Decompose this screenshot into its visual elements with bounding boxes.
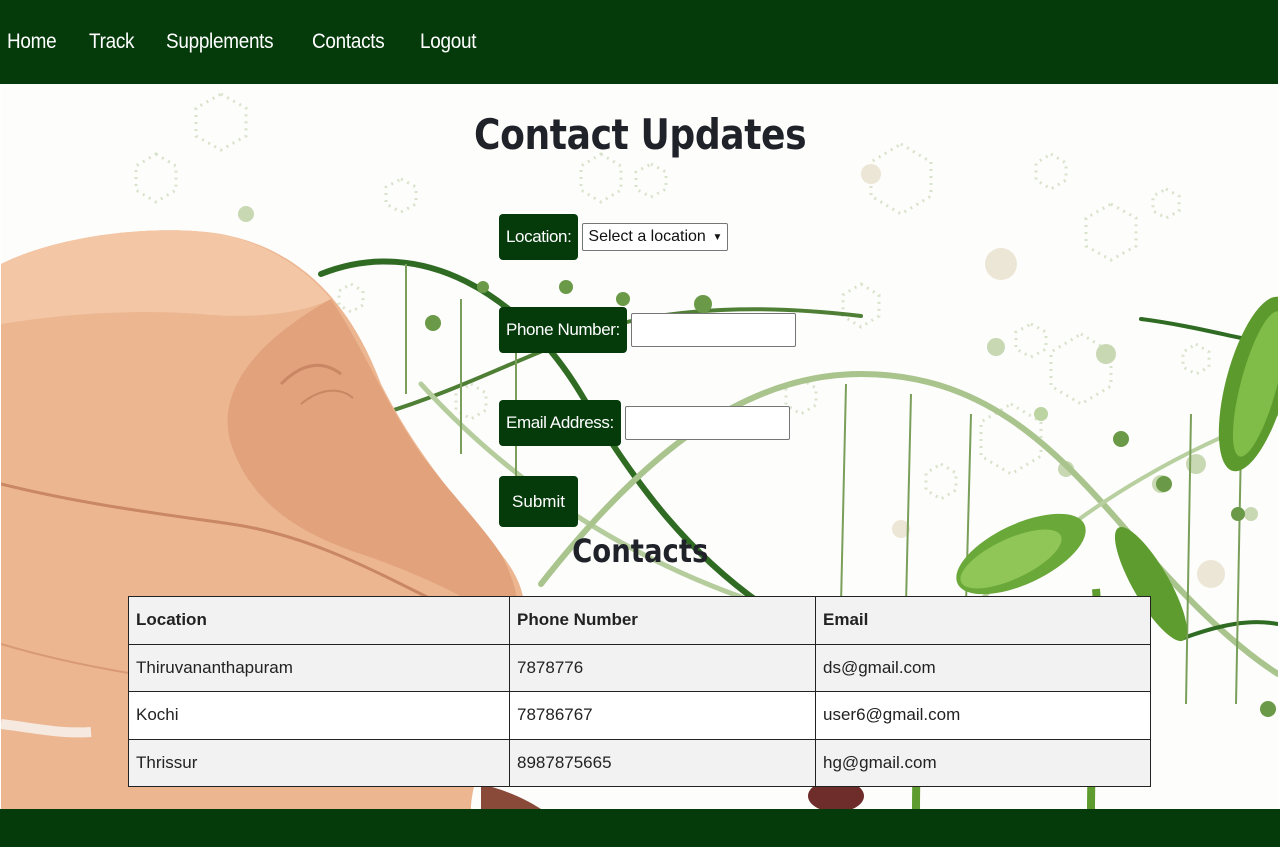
column-header-email: Email — [815, 596, 1151, 645]
chevron-down-icon: ▼ — [712, 231, 723, 243]
cell-phone: 7878776 — [509, 643, 816, 692]
location-label: Location: — [499, 214, 579, 260]
nav-contacts-link[interactable]: Contacts — [312, 30, 385, 54]
cell-location: Thiruvananthapuram — [128, 643, 510, 692]
phone-number-input[interactable] — [630, 313, 796, 347]
cell-email: user6@gmail.com — [815, 691, 1151, 740]
table-header-row: Location Phone Number Email — [128, 596, 1151, 645]
cell-phone: 78786767 — [509, 691, 816, 740]
phone-label: Phone Number: — [499, 307, 627, 353]
location-select-value: Select a location — [588, 228, 706, 245]
column-header-location: Location — [128, 596, 510, 645]
top-navbar: Home Track Supplements Contacts Logout — [0, 0, 1278, 84]
column-header-phone: Phone Number — [509, 596, 816, 645]
table-row: Kochi 78786767 user6@gmail.com — [128, 691, 1151, 740]
nav-track-link[interactable]: Track — [89, 30, 134, 54]
submit-button[interactable]: Submit — [499, 476, 578, 527]
nav-supplements-link[interactable]: Supplements — [166, 30, 274, 54]
location-row: Location: Select a location ▼ — [499, 214, 729, 260]
cell-location: Thrissur — [128, 738, 510, 787]
phone-row: Phone Number: — [499, 307, 796, 353]
cell-phone: 8987875665 — [509, 738, 816, 787]
cell-location: Kochi — [128, 691, 510, 740]
email-address-input[interactable] — [624, 406, 790, 440]
cell-email: hg@gmail.com — [815, 738, 1151, 787]
table-row: Thrissur 8987875665 hg@gmail.com — [128, 738, 1151, 787]
nav-home-link[interactable]: Home — [7, 30, 57, 54]
page-title: Contact Updates — [473, 110, 807, 159]
location-select[interactable]: Select a location ▼ — [582, 223, 729, 251]
page: Home Track Supplements Contacts Logout C… — [0, 0, 1280, 847]
email-label: Email Address: — [499, 400, 621, 446]
table-row: Thiruvananthapuram 7878776 ds@gmail.com — [128, 643, 1151, 692]
contacts-heading: Contacts — [571, 532, 709, 570]
contacts-table: Location Phone Number Email Thiruvananth… — [128, 596, 1151, 787]
email-row: Email Address: — [499, 400, 790, 446]
cell-email: ds@gmail.com — [815, 643, 1151, 692]
nav-logout-link[interactable]: Logout — [420, 30, 476, 54]
page-footer — [0, 809, 1280, 847]
